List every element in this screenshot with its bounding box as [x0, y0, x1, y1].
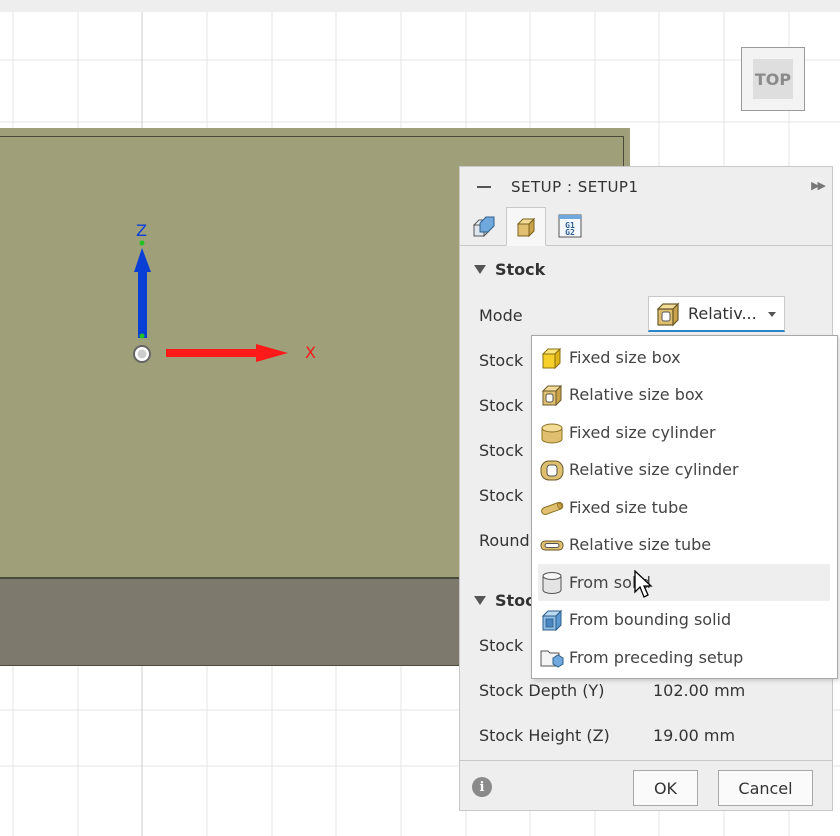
menu-item-relative-size-cylinder[interactable]: Relative size cylinder — [532, 451, 837, 488]
expand-panel-icon[interactable]: ▶▶ — [811, 179, 826, 192]
stock-width-label: Stock — [479, 636, 524, 655]
tab-stock[interactable] — [506, 207, 546, 246]
stock-height-value[interactable]: 19.00 mm — [653, 726, 735, 745]
mode-select[interactable]: Relativ... — [648, 296, 785, 332]
mouse-cursor-icon — [634, 570, 653, 598]
tab-post-process[interactable]: G1 G2 — [550, 207, 590, 245]
fixed-cylinder-icon — [541, 423, 563, 444]
menu-item-label: Relative size tube — [569, 535, 712, 554]
menu-item-label: Relative size box — [569, 385, 704, 404]
relative-box-icon — [541, 384, 563, 407]
z-axis-bar — [138, 266, 147, 338]
mode-dropdown-menu: Fixed size box Relative size box Fixed s… — [531, 335, 838, 679]
menu-item-label: Fixed size tube — [569, 498, 689, 517]
stock-height-label: Stock Height (Z) — [479, 726, 610, 745]
menu-item-label: Fixed size box — [569, 348, 681, 367]
stock-section-title: Stock — [495, 260, 546, 279]
menu-item-label: Fixed size cylinder — [569, 423, 716, 442]
relative-tube-icon — [540, 540, 564, 551]
menu-item-relative-size-box[interactable]: Relative size box — [532, 376, 837, 413]
stock-section-header[interactable]: Stock — [474, 260, 545, 279]
stock-row-label: Stock — [479, 396, 524, 415]
menu-item-label: From preceding setup — [569, 648, 744, 667]
mode-select-value: Relativ... — [688, 304, 757, 323]
x-axis-label: X — [305, 343, 316, 362]
round-row-label: Round — [479, 531, 530, 550]
z-axis-label: Z — [136, 221, 147, 240]
z-axis-tip — [139, 240, 145, 246]
menu-item-fixed-size-cylinder[interactable]: Fixed size cylinder — [532, 414, 837, 451]
collapse-icon[interactable] — [477, 186, 491, 188]
viewcube-top-face[interactable]: TOP — [753, 59, 793, 99]
menu-item-relative-size-tube[interactable]: Relative size tube — [532, 526, 837, 563]
menu-item-label: From bounding solid — [569, 610, 732, 629]
fixed-box-icon — [541, 347, 562, 370]
ok-button[interactable]: OK — [633, 770, 698, 806]
panel-header: SETUP : SETUP1 ▶▶ — [460, 167, 832, 207]
section-collapse-icon — [474, 265, 486, 274]
stock-icon — [516, 217, 536, 237]
menu-item-from-solid[interactable]: From solid — [538, 564, 830, 601]
relative-box-icon — [656, 302, 680, 326]
stock-row-label: Stock — [479, 441, 524, 460]
preceding-setup-icon — [540, 650, 564, 668]
x-axis-arrowhead — [256, 344, 288, 362]
menu-item-fixed-size-tube[interactable]: Fixed size tube — [532, 489, 837, 526]
from-solid-icon — [542, 572, 562, 594]
post-process-g1g2-icon: G1 G2 — [558, 214, 582, 238]
dimensions-section-title: Stoc — [495, 591, 535, 610]
relative-cylinder-icon — [540, 460, 564, 481]
info-icon[interactable]: i — [472, 777, 492, 797]
bounding-solid-icon — [541, 609, 563, 632]
stock-row-label: Stock — [479, 351, 524, 370]
section-collapse-icon — [474, 596, 486, 605]
stock-depth-value[interactable]: 102.00 mm — [653, 681, 745, 700]
x-axis-bar — [166, 349, 258, 357]
stock-depth-label: Stock Depth (Y) — [479, 681, 605, 700]
mode-label: Mode — [479, 306, 523, 325]
z-axis-arrowhead — [134, 248, 151, 272]
fixed-tube-icon — [541, 501, 564, 516]
tab-setup[interactable] — [463, 207, 503, 245]
menu-item-from-preceding-setup[interactable]: From preceding setup — [532, 639, 837, 676]
viewcube[interactable]: TOP — [741, 47, 805, 111]
panel-footer: i OK Cancel — [460, 760, 832, 811]
setup-icon — [472, 216, 495, 238]
origin-point-center — [137, 349, 147, 359]
chevron-down-icon — [768, 312, 776, 317]
menu-item-label: Relative size cylinder — [569, 460, 739, 479]
svg-text:G2: G2 — [565, 228, 575, 237]
panel-title: SETUP : SETUP1 — [511, 178, 639, 196]
cancel-button[interactable]: Cancel — [718, 770, 813, 806]
dimensions-section-header[interactable]: Stoc — [474, 591, 535, 610]
stock-row-label: Stock — [479, 486, 524, 505]
panel-tabs: G1 G2 — [460, 207, 832, 246]
menu-item-fixed-size-box[interactable]: Fixed size box — [532, 339, 837, 376]
z-axis-base — [139, 333, 145, 339]
menu-item-from-bounding-solid[interactable]: From bounding solid — [532, 601, 837, 638]
